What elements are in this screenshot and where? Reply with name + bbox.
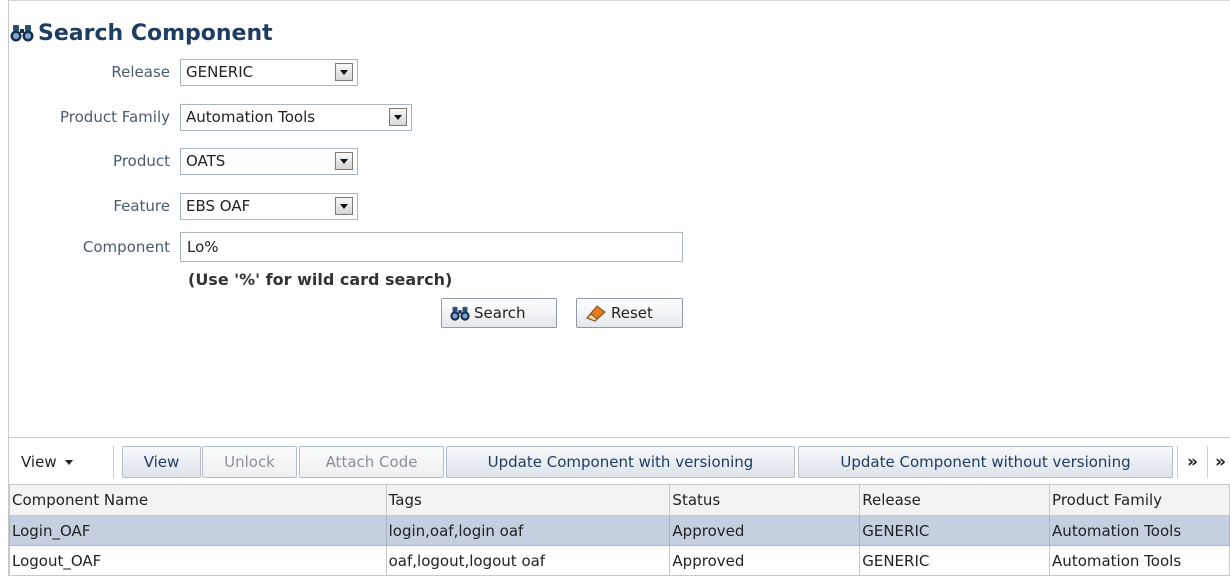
feature-label: Feature: [113, 197, 170, 215]
product-select[interactable]: OATS: [180, 147, 358, 175]
table-row[interactable]: Login_OAF login,oaf,login oaf Approved G…: [9, 515, 1230, 546]
search-button[interactable]: Search: [441, 298, 557, 328]
chevron-down-icon[interactable]: [389, 108, 407, 126]
reset-button-label: Reset: [611, 304, 653, 322]
product-family-value: Automation Tools: [186, 108, 316, 126]
product-row: Product OATS: [10, 146, 358, 176]
feature-value: EBS OAF: [186, 197, 251, 215]
chevron-down-icon[interactable]: [335, 152, 353, 170]
binoculars-icon: [450, 305, 470, 322]
unlock-button[interactable]: Unlock: [202, 446, 297, 478]
feature-select[interactable]: EBS OAF: [180, 192, 358, 220]
column-header-status[interactable]: Status: [669, 484, 861, 516]
page-title-text: Search Component: [38, 20, 273, 46]
binoculars-icon: [10, 23, 34, 43]
product-value: OATS: [186, 152, 226, 170]
column-header-tags[interactable]: Tags: [385, 484, 671, 516]
cell-component-name: Logout_OAF: [9, 545, 387, 576]
column-header-product-family[interactable]: Product Family: [1049, 484, 1230, 516]
column-header-component-name[interactable]: Component Name: [9, 484, 387, 516]
feature-row: Feature EBS OAF: [10, 191, 358, 221]
chevron-down-icon[interactable]: [335, 197, 353, 215]
release-label: Release: [111, 63, 170, 81]
cell-tags: oaf,logout,logout oaf: [385, 545, 671, 576]
component-value: Lo%: [187, 238, 219, 256]
reset-button[interactable]: Reset: [576, 298, 683, 328]
results-toolbar: View View Unlock Attach Code Update Comp…: [9, 437, 1230, 483]
table-row[interactable]: Logout_OAF oaf,logout,logout oaf Approve…: [9, 545, 1230, 576]
cell-product-family: Automation Tools: [1049, 545, 1230, 576]
product-family-label: Product Family: [60, 108, 170, 126]
view-menu-label: View: [21, 453, 57, 471]
cell-release: GENERIC: [859, 545, 1051, 576]
cell-product-family: Automation Tools: [1049, 515, 1230, 546]
cell-status: Approved: [669, 545, 861, 576]
wildcard-hint: (Use '%' for wild card search): [188, 270, 453, 289]
eraser-icon: [585, 304, 607, 322]
release-value: GENERIC: [186, 63, 254, 81]
chevron-down-icon[interactable]: [335, 63, 353, 81]
column-header-release[interactable]: Release: [859, 484, 1051, 516]
view-button[interactable]: View: [122, 446, 201, 478]
overflow-chevron-icon[interactable]: »: [1187, 446, 1198, 478]
results-table: Component Name Tags Status Release Produ…: [9, 484, 1230, 576]
cell-tags: login,oaf,login oaf: [385, 515, 671, 546]
toolbar-divider: [1177, 446, 1178, 478]
update-without-versioning-button[interactable]: Update Component without versioning: [798, 446, 1173, 478]
product-family-select[interactable]: Automation Tools: [180, 103, 412, 131]
component-row: Component Lo%: [10, 232, 683, 262]
product-family-row: Product Family Automation Tools: [10, 102, 412, 132]
overflow-chevron-icon[interactable]: »: [1215, 446, 1226, 478]
view-menu[interactable]: View: [21, 448, 73, 476]
caret-down-icon: [64, 459, 73, 465]
update-with-versioning-button[interactable]: Update Component with versioning: [446, 446, 795, 478]
component-input[interactable]: Lo%: [180, 232, 683, 262]
release-select[interactable]: GENERIC: [180, 58, 358, 86]
toolbar-divider: [1207, 446, 1208, 478]
table-header-row: Component Name Tags Status Release Produ…: [9, 484, 1230, 516]
page-title: Search Component: [10, 18, 273, 48]
cell-status: Approved: [669, 515, 861, 546]
product-label: Product: [113, 152, 170, 170]
cell-component-name: Login_OAF: [9, 515, 387, 546]
search-button-label: Search: [474, 304, 526, 322]
release-row: Release GENERIC: [10, 57, 358, 87]
toolbar-divider: [113, 446, 114, 478]
attach-code-button[interactable]: Attach Code: [299, 446, 444, 478]
component-label: Component: [82, 238, 170, 256]
cell-release: GENERIC: [859, 515, 1051, 546]
